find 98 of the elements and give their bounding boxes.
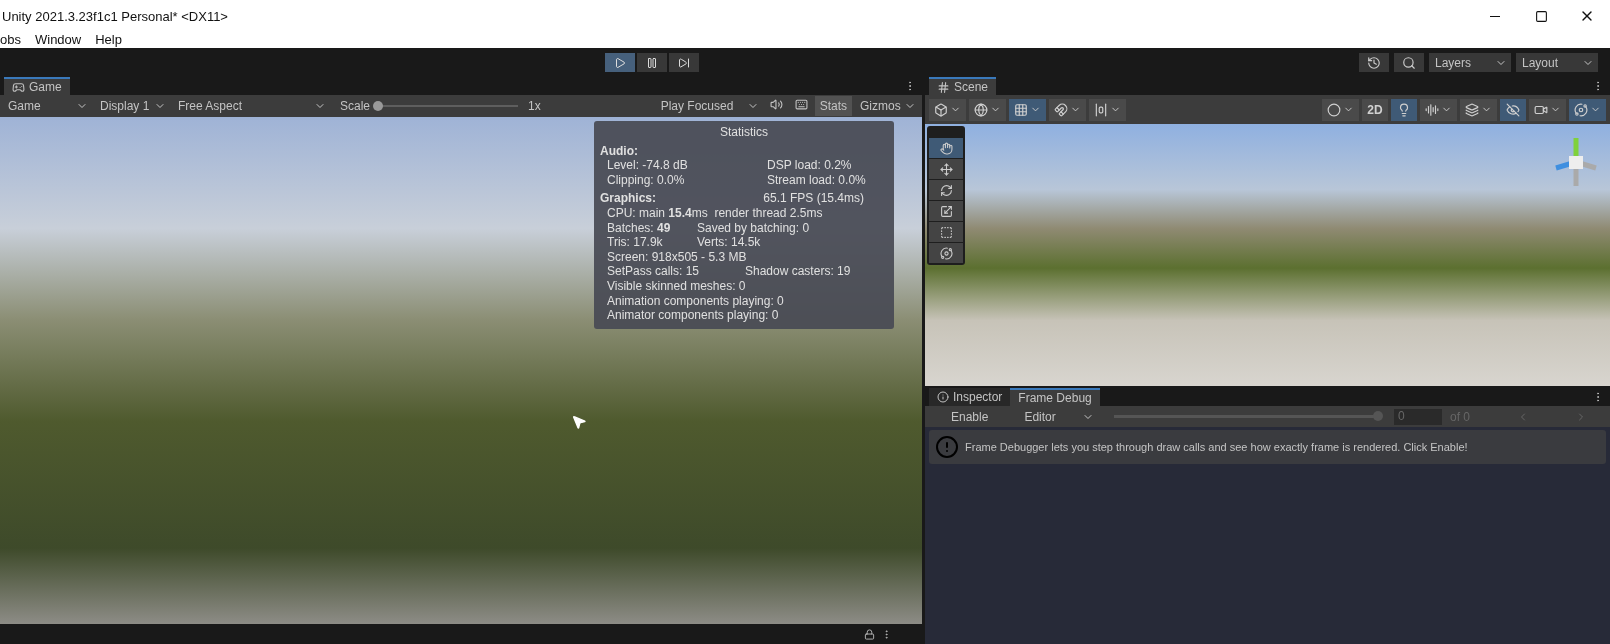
scale-label: Scale xyxy=(340,99,371,113)
audio-button[interactable] xyxy=(1420,98,1457,121)
menu-item[interactable]: Help xyxy=(95,32,122,48)
grid-button[interactable] xyxy=(1009,98,1046,121)
sphere-icon xyxy=(1327,102,1341,117)
globe-icon xyxy=(974,102,988,117)
layout-dropdown[interactable]: Layout xyxy=(1516,53,1598,72)
eye-off-button[interactable] xyxy=(1500,98,1526,121)
hash-icon xyxy=(937,80,950,94)
transform-tool[interactable] xyxy=(929,243,963,263)
pause-icon xyxy=(646,56,658,69)
stat-text: DSP load: 0.2% xyxy=(767,158,852,173)
globe-button[interactable] xyxy=(969,98,1006,121)
history-icon xyxy=(1367,55,1381,70)
gizmo-button[interactable] xyxy=(1569,98,1606,121)
inspector-tab[interactable]: Frame Debug xyxy=(1010,388,1100,406)
scale-icon xyxy=(939,204,953,218)
stat-text: Screen: 918x505 - 5.3 MB xyxy=(607,249,747,265)
eye-off-icon xyxy=(1506,102,1520,117)
stat-text: CPU: main 15.4ms render thread 2.5ms xyxy=(607,205,823,221)
search-button[interactable] xyxy=(1394,53,1424,72)
maximize-icon xyxy=(1534,9,1548,23)
step-icon xyxy=(678,56,690,69)
play-button[interactable] xyxy=(605,53,635,72)
move-tool[interactable] xyxy=(929,159,963,179)
scale-slider-thumb[interactable] xyxy=(373,101,384,111)
rect-tool[interactable] xyxy=(929,222,963,242)
layers-dropdown[interactable]: Layers xyxy=(1429,53,1511,72)
view-dropdown[interactable]: Game xyxy=(2,96,92,116)
mouse-cursor-icon xyxy=(571,414,587,430)
aspect-dropdown[interactable]: Free Aspect xyxy=(172,96,330,116)
stat-text: Clipping: 0.0% xyxy=(607,172,686,188)
game-tab[interactable]: Game xyxy=(4,77,70,95)
pause-button[interactable] xyxy=(637,53,667,72)
rect-icon xyxy=(939,225,953,239)
stats-toggle[interactable]: Stats xyxy=(814,96,852,116)
stat-text: Visible skinned meshes: 0 xyxy=(607,278,746,294)
step-button[interactable] xyxy=(669,53,699,72)
keyboard-icon xyxy=(794,98,808,111)
hand-icon xyxy=(939,141,953,155)
speaker-icon xyxy=(769,98,783,111)
scene-tab[interactable]: Scene xyxy=(929,77,997,95)
warning-icon xyxy=(935,435,959,459)
minimize-icon xyxy=(1490,15,1500,17)
stat-text: SetPass calls: 15 xyxy=(607,264,701,279)
stat-text: Verts: 14.5k xyxy=(697,235,761,250)
lightbulb-button[interactable] xyxy=(1391,98,1417,121)
stat-text: Stream load: 0.0% xyxy=(767,172,866,188)
lock-icon xyxy=(864,628,875,640)
info-icon xyxy=(937,391,949,403)
audio-icon xyxy=(1425,102,1439,117)
sphere-button[interactable] xyxy=(1322,98,1359,121)
fps-text: 65.1 FPS (15.4ms) xyxy=(763,191,864,206)
layers-icon xyxy=(1465,102,1479,117)
gizmo-icon xyxy=(1574,102,1588,117)
inspector-tab[interactable]: Inspector xyxy=(929,388,1011,406)
gizmos-dropdown[interactable]: Gizmos xyxy=(854,96,920,116)
play-mode-dropdown[interactable]: Play Focused xyxy=(654,96,763,116)
display-dropdown[interactable]: Display 1 xyxy=(94,96,170,116)
ruler-icon xyxy=(1094,102,1108,117)
magnet-button[interactable] xyxy=(1049,98,1086,121)
scale-value: 1x xyxy=(528,99,541,113)
cube-button[interactable] xyxy=(929,98,966,121)
stat-text: Level: -74.8 dB xyxy=(607,158,689,173)
move-icon xyxy=(939,162,953,176)
enable-button[interactable]: Enable xyxy=(929,406,1011,427)
hand-tool[interactable] xyxy=(929,138,963,158)
lightbulb-icon xyxy=(1397,102,1411,117)
cube-icon xyxy=(934,102,948,117)
rotate-icon xyxy=(939,183,953,197)
search-icon xyxy=(1402,55,1416,70)
layers-button[interactable] xyxy=(1460,98,1497,121)
magnet-icon xyxy=(1054,102,1068,117)
camera-button[interactable] xyxy=(1529,98,1566,121)
stat-text: Animation components playing: 0 xyxy=(607,293,784,309)
history-button[interactable] xyxy=(1359,53,1389,72)
mode-2d-button[interactable]: 2D xyxy=(1362,98,1388,121)
stat-text: Tris: 17.9k xyxy=(607,235,664,250)
stat-text: Batches: 49 xyxy=(607,220,672,236)
statistics-title: Statistics xyxy=(719,125,769,140)
rotate-tool[interactable] xyxy=(929,180,963,200)
mode-dropdown[interactable]: Editor xyxy=(1018,407,1099,426)
window-title: Unity 2021.3.23f1c1 Personal* <DX11> xyxy=(2,8,228,24)
play-icon xyxy=(614,56,626,69)
help-message: Frame Debugger lets you step through draw calls and see how exactly frame is rendered. Click Enable! xyxy=(965,441,1468,453)
grid-icon xyxy=(1014,102,1028,117)
stat-text: Animator components playing: 0 xyxy=(607,308,779,323)
ruler-button[interactable] xyxy=(1089,98,1126,121)
transform-icon xyxy=(939,246,953,260)
stat-text: Saved by batching: 0 xyxy=(697,220,810,236)
gamepad-icon xyxy=(12,80,25,94)
menu-item[interactable]: obs xyxy=(0,32,21,48)
scale-tool[interactable] xyxy=(929,201,963,221)
menu-item[interactable]: Window xyxy=(34,32,82,48)
section-heading: Graphics: xyxy=(600,191,656,206)
section-heading: Audio: xyxy=(600,143,638,159)
event-slider-thumb[interactable] xyxy=(1373,411,1383,421)
stat-text: Shadow casters: 19 xyxy=(745,264,851,279)
